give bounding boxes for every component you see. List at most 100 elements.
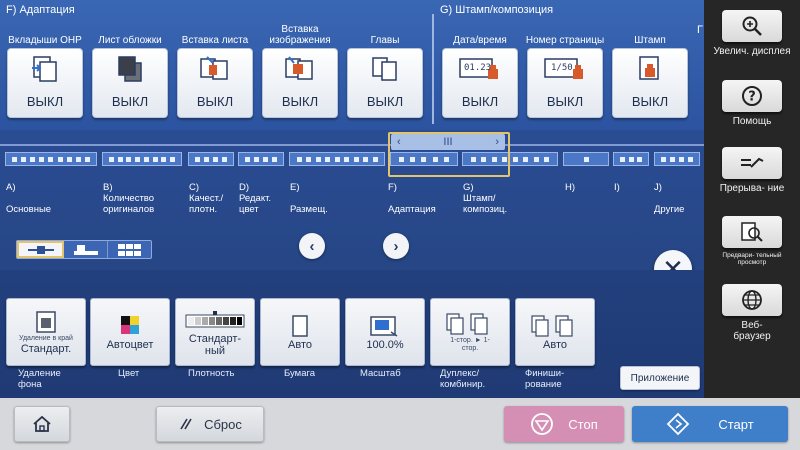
function-value: ВЫКЛ [196,94,234,109]
side-label: Предвари- тельный просмотр [722,252,782,266]
date-time-icon: 01.23 [458,55,502,83]
card-view-button[interactable] [64,241,108,258]
duplex-icon [445,311,495,337]
preview-button[interactable] [722,216,782,248]
function-value: ВЫКЛ [366,94,404,109]
setting-label-background-removal: Удаление фона [18,368,61,390]
function-insert-sheet: Вставка листа ВЫКЛ [174,16,256,120]
zoom-ratio-button[interactable]: 100.0% [345,298,425,366]
function-value: ВЫКЛ [26,94,64,109]
date-time-button[interactable]: 01.23 ВЫКЛ [442,48,518,118]
nav-label-a[interactable]: A) Основные [6,182,51,215]
side-item-web-browser[interactable]: Веб- браузер [704,284,800,342]
setting-label-duplex: Дуплекс/ комбинир. [440,368,486,390]
function-value: ВЫКЛ [546,94,584,109]
function-label: Вставка листа [181,35,249,46]
function-value: ВЫКЛ [631,94,669,109]
reset-button[interactable]: Сброс [156,406,264,442]
card-view-icon [73,244,98,255]
setting-value: Автоцвет [106,339,154,351]
background-removal-icon [35,309,57,335]
start-button[interactable]: Старт [632,406,788,442]
grid-view-icon [117,243,141,256]
web-browser-button[interactable] [722,284,782,316]
section-title-cut: Г [697,24,703,36]
grid-view-button[interactable] [108,241,151,258]
paper-icon [290,313,310,339]
color-mode-button[interactable]: Автоцвет [90,298,170,366]
chapters-button[interactable]: ВЫКЛ [347,48,423,118]
nav-segment-d[interactable] [238,152,284,166]
side-item-interrupt[interactable]: Прерыва- ние [704,147,800,194]
nav-label-j[interactable]: J) Другие [654,182,684,215]
nav-segment-c[interactable] [188,152,234,166]
svg-text:?: ? [748,90,756,105]
setting-value: Стандарт. [20,343,72,355]
home-icon [33,415,51,432]
setting-label-zoom: Масштаб [360,368,401,379]
nav-segment-a[interactable] [5,152,97,166]
setting-value: Стандарт- ный [188,333,242,357]
preview-icon [741,222,763,242]
background-removal-button[interactable]: Удаление в край Стандарт. [6,298,86,366]
list-view-button[interactable] [17,241,64,258]
setting-label-finishing: Финиши- рование [525,368,565,390]
nav-label-f[interactable]: F) Адаптация [388,182,436,215]
globe-icon [742,290,762,310]
scroll-prev-button[interactable]: ‹ [299,233,325,259]
nav-label-c[interactable]: C) Качест./ плотн. [189,182,237,215]
start-label: Старт [718,416,754,432]
page-number-icon-text: 1/50 [551,63,573,73]
side-item-help[interactable]: ? Помощь [704,80,800,127]
function-cover-sheet: Лист обложки ВЫКЛ [89,16,171,120]
interrupt-icon [741,157,764,168]
side-label: Увелич. дисплея [713,46,791,57]
insert-sheet-button[interactable]: ВЫКЛ [177,48,253,118]
side-label: Помощь [732,116,772,127]
nav-segment-b[interactable] [102,152,182,166]
scroll-grip: III [443,136,453,148]
function-label: Лист обложки [98,35,162,46]
home-button[interactable] [14,406,70,442]
function-label: Номер страницы [525,35,605,46]
help-button[interactable]: ? [722,80,782,112]
nav-label-g[interactable]: G) Штамп/ композиц. [463,182,523,215]
side-item-zoom-display[interactable]: Увелич. дисплея [704,10,800,57]
side-item-preview[interactable]: Предвари- тельный просмотр [704,216,800,266]
interrupt-button[interactable] [722,147,782,179]
chapters-icon [363,55,407,83]
nav-label-h[interactable]: H) [565,182,575,193]
density-button[interactable]: Стандарт- ный [175,298,255,366]
stop-button[interactable]: Стоп [504,406,624,442]
function-area: F) Адаптация G) Штамп/композиция Г Вклад… [0,0,704,130]
duplex-button[interactable]: 1-стор. ► 1-стор. [430,298,510,366]
paper-button[interactable]: Авто [260,298,340,366]
setting-value: Авто [543,339,567,351]
nav-segment-i[interactable] [613,152,649,166]
section-title-adaptation: F) Адаптация [6,4,75,16]
nav-label-b[interactable]: B) Количество оригиналов [103,182,183,215]
nav-label-i[interactable]: I) [614,182,620,193]
ohp-insert-icon [23,55,67,83]
zoom-display-button[interactable] [722,10,782,42]
ohp-insert-button[interactable]: ВЫКЛ [7,48,83,118]
nav-segment-h[interactable] [563,152,609,166]
nav-segment-e[interactable] [289,152,385,166]
nav-label-d[interactable]: D) Редакт. цвет [239,182,283,215]
list-view-icon [27,245,54,254]
cover-sheet-button[interactable]: ВЫКЛ [92,48,168,118]
nav-label-e[interactable]: E) Размещ. [290,182,328,215]
navigator-scroll-thumb[interactable]: ‹ III › [391,134,505,150]
application-button[interactable]: Приложение [620,366,700,390]
stamp-button[interactable]: ВЫКЛ [612,48,688,118]
finishing-button[interactable]: Авто [515,298,595,366]
page-number-button[interactable]: 1/50 ВЫКЛ [527,48,603,118]
function-label: Вставка изображения [269,24,331,46]
help-icon: ? [742,86,762,106]
section-title-stamp: G) Штамп/композиция [440,4,554,16]
setting-sub-text: 1-стор. ► 1-стор. [450,337,490,352]
insert-image-button[interactable]: ВЫКЛ [262,48,338,118]
function-label: Вкладыши OHP [8,35,82,46]
nav-segment-j[interactable] [654,152,700,166]
scroll-next-button[interactable]: › [383,233,409,259]
